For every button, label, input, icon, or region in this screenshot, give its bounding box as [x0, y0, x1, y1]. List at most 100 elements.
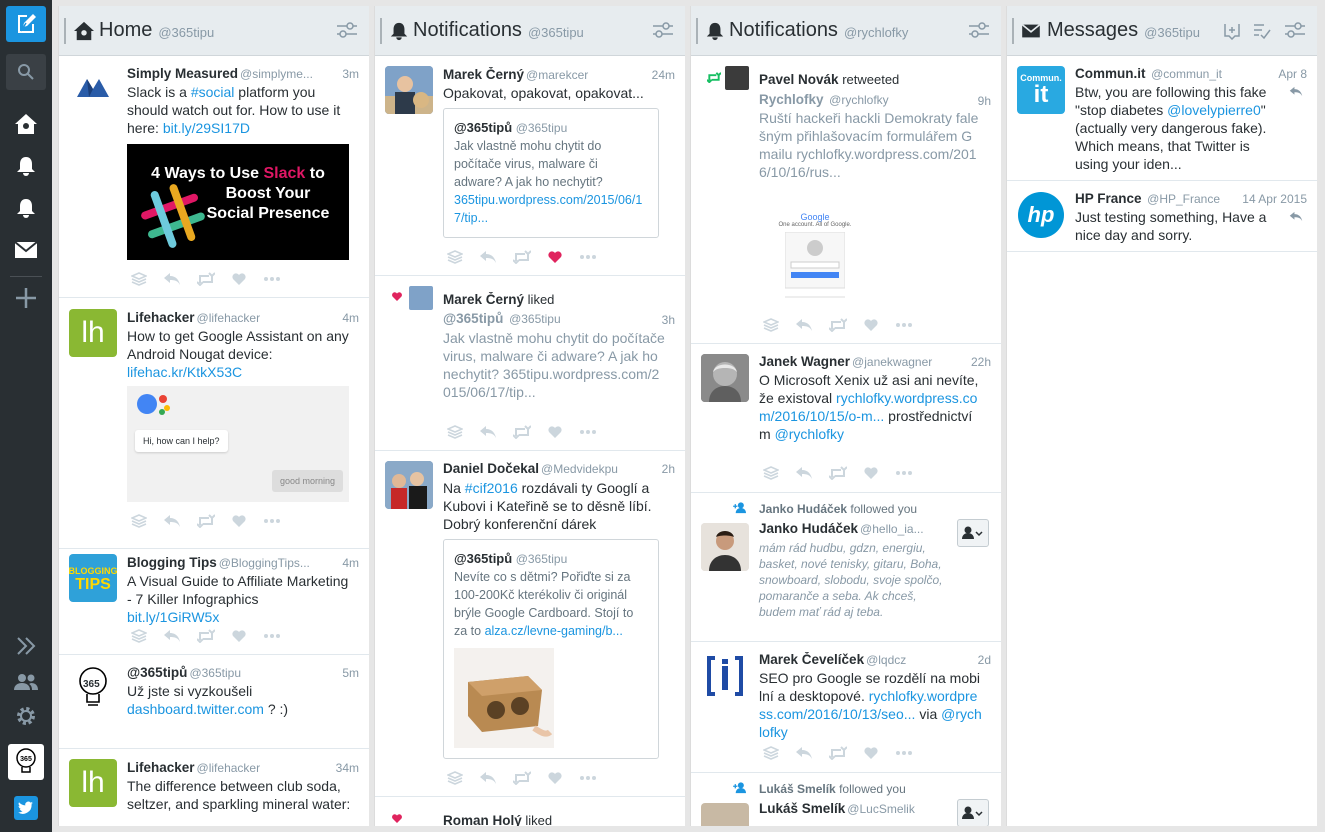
- stack-icon[interactable]: [763, 466, 779, 480]
- reply-icon[interactable]: [1289, 86, 1303, 97]
- tweet-time[interactable]: 9h: [978, 94, 991, 108]
- tweet-link[interactable]: bit.ly/29SI17D: [163, 120, 250, 136]
- more-icon[interactable]: [263, 514, 281, 528]
- tweet-image[interactable]: Google One account. All of Google.: [759, 206, 871, 306]
- retweet-icon[interactable]: [829, 746, 847, 760]
- avatar[interactable]: [69, 64, 117, 112]
- follow-button[interactable]: [957, 519, 989, 547]
- tweet-time[interactable]: 3m: [342, 67, 359, 81]
- drag-handle[interactable]: [1012, 18, 1014, 44]
- more-icon[interactable]: [895, 318, 913, 332]
- reply-icon[interactable]: [795, 466, 813, 480]
- tweet-handle[interactable]: @simplyme...: [240, 67, 313, 81]
- notification-card[interactable]: Daniel Dočekal @Medvidekpu 2h Na #cif2016…: [375, 451, 685, 797]
- stack-icon[interactable]: [131, 629, 147, 643]
- tweet-image[interactable]: Hi, how can I help? good morning: [127, 386, 349, 502]
- tweet-card[interactable]: lh Lifehacker @lifehacker 4m How to get G…: [59, 298, 369, 549]
- nav-messages-button[interactable]: [6, 232, 46, 268]
- retweet-icon[interactable]: [829, 466, 847, 480]
- hashtag-link[interactable]: #cif2016: [465, 480, 518, 496]
- tweet-author[interactable]: @365tipů: [443, 311, 503, 326]
- tweet-link[interactable]: dashboard.twitter.com: [127, 701, 264, 717]
- like-icon[interactable]: [231, 629, 247, 643]
- more-icon[interactable]: [895, 746, 913, 760]
- tweet-author[interactable]: Daniel Dočekal: [443, 461, 539, 476]
- tweet-time[interactable]: 3h: [662, 313, 675, 327]
- like-icon[interactable]: [547, 425, 563, 439]
- avatar[interactable]: 365: [69, 663, 117, 711]
- message-thread[interactable]: hp HP France @HP_France 14 Apr 2015 Just…: [1007, 181, 1317, 252]
- tweet-card[interactable]: BLOGGING TIPS Blogging Tips @BloggingTips…: [59, 549, 369, 655]
- more-icon[interactable]: [579, 425, 597, 439]
- column-options-icon[interactable]: [968, 20, 990, 40]
- tweet-handle[interactable]: @365tipu: [509, 312, 561, 326]
- tweet-time[interactable]: 24m: [652, 68, 675, 82]
- accounts-button[interactable]: [6, 664, 46, 700]
- add-column-button[interactable]: [6, 280, 46, 316]
- hashtag-link[interactable]: #social: [191, 84, 235, 100]
- message-time[interactable]: 14 Apr 2015: [1242, 192, 1307, 206]
- notification-card[interactable]: Roman Holý liked: [375, 797, 685, 826]
- notification-card[interactable]: Marek Čevelíček @lqdcz 2d SEO pro Google …: [691, 642, 1001, 773]
- more-icon[interactable]: [263, 629, 281, 643]
- column-header[interactable]: Notifications @rychlofky: [691, 6, 1001, 56]
- tweet-author[interactable]: Simply Measured: [127, 66, 238, 81]
- tweet-time[interactable]: 22h: [971, 355, 991, 369]
- liker-name[interactable]: Roman Holý: [443, 813, 522, 826]
- message-handle[interactable]: @HP_France: [1147, 192, 1220, 206]
- notification-card[interactable]: Janek Wagner @janekwagner 22h O Microsoft…: [691, 344, 1001, 493]
- reply-icon[interactable]: [479, 771, 497, 785]
- notification-card[interactable]: Marek Černý @marekcer 24m Opakovat, opako…: [375, 56, 685, 276]
- twitter-logo[interactable]: [6, 790, 46, 826]
- retweet-icon[interactable]: [513, 425, 531, 439]
- tweet-handle[interactable]: @Medvidekpu: [541, 462, 618, 476]
- quoted-author[interactable]: @365tipů: [454, 551, 512, 566]
- avatar[interactable]: [701, 354, 749, 402]
- tweet-time[interactable]: 5m: [342, 666, 359, 680]
- stack-icon[interactable]: [131, 514, 147, 528]
- tweet-author[interactable]: Blogging Tips: [127, 555, 217, 570]
- tweet-time[interactable]: 2d: [978, 653, 991, 667]
- drag-handle[interactable]: [64, 18, 66, 44]
- column-header[interactable]: Notifications @365tipu: [375, 6, 685, 56]
- tweet-card[interactable]: lh Lifehacker @lifehacker 34m The differe…: [59, 749, 369, 826]
- like-icon[interactable]: [231, 514, 247, 528]
- tweet-author[interactable]: @365tipů: [127, 665, 187, 680]
- tweet-handle[interactable]: @365tipu: [189, 666, 241, 680]
- quoted-tweet[interactable]: @365tipů @365tipu Nevíte co s dětmi? Poř…: [443, 539, 659, 759]
- reply-icon[interactable]: [795, 746, 813, 760]
- tweet-author[interactable]: Lifehacker: [127, 310, 195, 325]
- nav-home-button[interactable]: [6, 106, 46, 142]
- nav-notifications-button[interactable]: [6, 148, 46, 184]
- avatar[interactable]: [701, 803, 749, 826]
- reply-icon[interactable]: [163, 272, 181, 286]
- tweet-author[interactable]: Marek Čevelíček: [759, 652, 864, 667]
- liker-name[interactable]: Marek Černý: [443, 292, 524, 307]
- reply-icon[interactable]: [163, 629, 181, 643]
- like-icon[interactable]: [863, 318, 879, 332]
- quoted-author[interactable]: @365tipů: [454, 120, 512, 135]
- message-author[interactable]: Commun.it: [1075, 66, 1146, 81]
- follower-handle[interactable]: @LucSmelik: [847, 802, 915, 816]
- follow-notification[interactable]: Lukáš Smelík followed you Lukáš Smelík @L…: [691, 773, 1001, 826]
- tweet-author[interactable]: Rychlofky: [759, 92, 824, 107]
- new-message-icon[interactable]: [1223, 22, 1241, 40]
- more-icon[interactable]: [895, 466, 913, 480]
- stack-icon[interactable]: [447, 771, 463, 785]
- notification-card[interactable]: Pavel Novák retweeted Rychlofky @rychlof…: [691, 56, 1001, 344]
- avatar-small[interactable]: [725, 66, 749, 90]
- avatar[interactable]: [385, 461, 433, 509]
- column-options-icon[interactable]: [652, 20, 674, 40]
- tweet-time[interactable]: 4m: [342, 311, 359, 325]
- expand-nav-button[interactable]: [6, 628, 46, 664]
- follower-display-name[interactable]: Lukáš Smelík: [759, 801, 845, 816]
- reply-icon[interactable]: [163, 514, 181, 528]
- tweet-time[interactable]: 4m: [342, 556, 359, 570]
- more-icon[interactable]: [263, 272, 281, 286]
- mention-link[interactable]: @lovelypierre0: [1167, 102, 1261, 118]
- reply-icon[interactable]: [479, 250, 497, 264]
- retweet-icon[interactable]: [197, 272, 215, 286]
- column-options-icon[interactable]: [1284, 20, 1306, 40]
- tweet-link[interactable]: lifehac.kr/KtkX53C: [127, 364, 242, 380]
- avatar-small[interactable]: [409, 286, 433, 310]
